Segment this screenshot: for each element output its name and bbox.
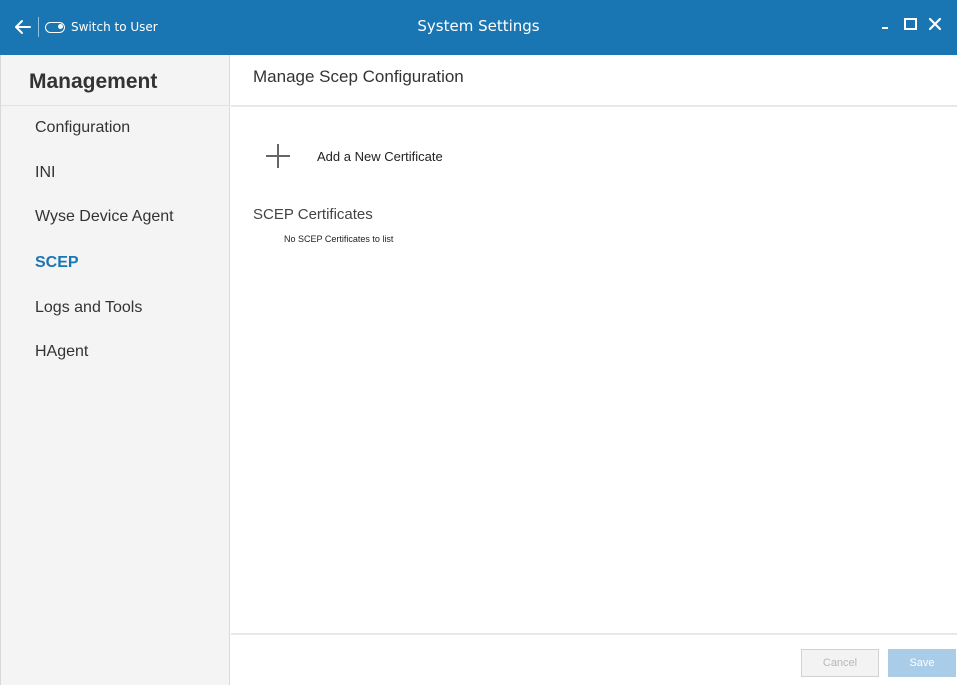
sidebar-item-hagent[interactable]: HAgent [35,343,88,361]
main-panel: Manage Scep Configuration Add a New Cert… [231,55,957,685]
switch-to-user-label: Switch to User [71,20,158,34]
add-certificate-label: Add a New Certificate [317,148,443,164]
maximize-icon [904,18,917,30]
back-button[interactable] [12,17,34,37]
sidebar-item-configuration[interactable]: Configuration [35,119,130,137]
close-icon [928,17,942,31]
add-certificate-button[interactable]: Add a New Certificate [261,139,443,173]
title-bar: Switch to User System Settings [0,0,957,55]
maximize-button[interactable] [900,12,922,36]
sidebar-title: Management [29,70,158,93]
title-divider [231,105,957,107]
cancel-button[interactable]: Cancel [801,649,879,677]
plus-icon [266,144,290,168]
minimize-button[interactable] [876,12,898,36]
sidebar-item-logs-and-tools[interactable]: Logs and Tools [35,299,142,317]
sidebar: Management Configuration INI Wyse Device… [0,55,230,685]
footer-divider [231,633,957,635]
title-bar-divider [38,17,39,37]
close-button[interactable] [924,12,946,36]
empty-list-message: No SCEP Certificates to list [284,234,394,244]
switch-to-user-button[interactable]: Switch to User [45,16,158,38]
sidebar-item-ini[interactable]: INI [35,164,55,182]
sidebar-item-scep[interactable]: SCEP [35,254,79,272]
toggle-switch-icon [45,21,65,33]
sidebar-item-wyse-device-agent[interactable]: Wyse Device Agent [35,208,174,226]
sidebar-divider [1,105,230,106]
arrow-left-icon [15,20,31,34]
scep-certificates-heading: SCEP Certificates [253,206,373,223]
save-button[interactable]: Save [888,649,956,677]
page-title: Manage Scep Configuration [253,67,464,86]
minimize-icon [882,27,888,29]
